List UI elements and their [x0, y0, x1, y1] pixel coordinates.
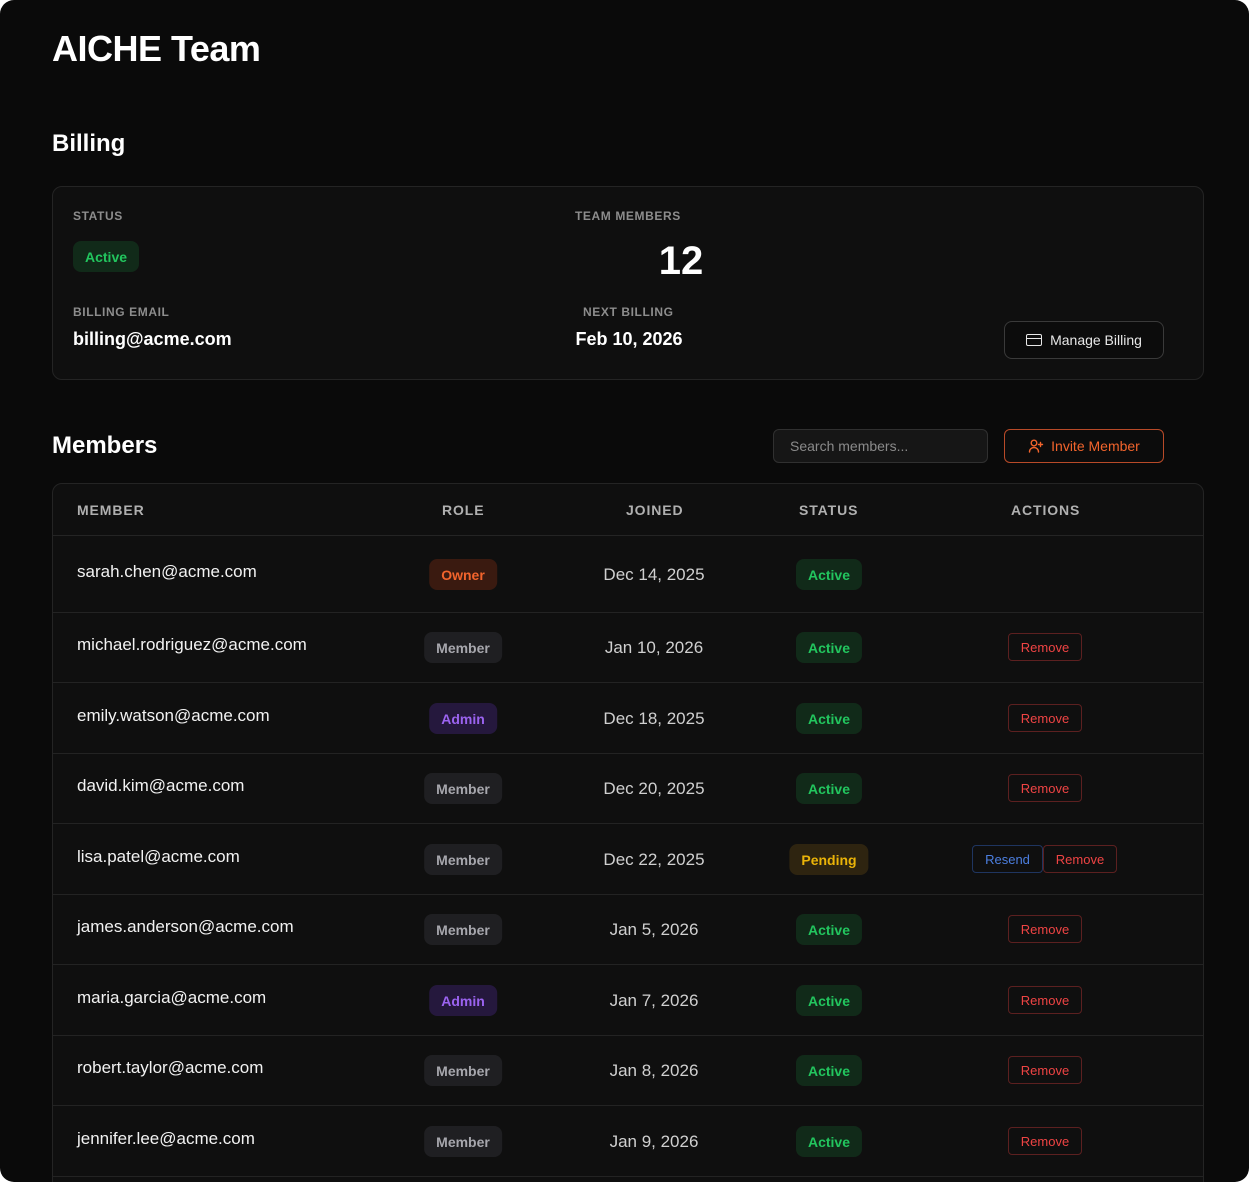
role-badge: Admin: [429, 703, 497, 734]
billing-email-label: BILLING EMAIL: [73, 305, 170, 319]
remove-member-button[interactable]: Remove: [1008, 986, 1082, 1014]
member-email: michael.rodriguez@acme.com: [77, 635, 307, 654]
member-status-badge: Active: [795, 1126, 863, 1157]
invite-member-button[interactable]: Invite Member: [1004, 429, 1164, 463]
app-window: AICHE Team Billing STATUS Active TEAM ME…: [0, 0, 1249, 1182]
table-row: david.kim@acme.com Member Dec 20, 2025 Acti…: [53, 754, 1203, 824]
member-email: lisa.patel@acme.com: [77, 847, 240, 866]
member-status-badge: Active: [795, 985, 863, 1016]
role-badge: Member: [424, 1055, 502, 1086]
invite-member-label: Invite Member: [1051, 438, 1140, 454]
manage-billing-button[interactable]: Manage Billing: [1004, 321, 1164, 359]
column-header-actions: ACTIONS: [1011, 502, 1081, 518]
credit-card-icon: [1026, 334, 1043, 346]
team-members-label: TEAM MEMBERS: [575, 209, 681, 223]
search-members-input[interactable]: [773, 429, 988, 463]
table-row: jennifer.lee@acme.com Member Jan 9, 2026 Ac…: [53, 1106, 1203, 1177]
table-row: james.anderson@acme.com Member Jan 5, 2026…: [53, 895, 1203, 965]
member-email: james.anderson@acme.com: [77, 917, 294, 936]
billing-section-title: Billing: [52, 130, 126, 157]
billing-card: STATUS Active TEAM MEMBERS 12 BILLING EM…: [52, 186, 1204, 380]
page-title: AICHE Team: [52, 28, 261, 69]
resend-invite-button[interactable]: Resend: [972, 845, 1043, 873]
members-section-title: Members: [52, 432, 158, 459]
member-email: maria.garcia@acme.com: [77, 988, 267, 1007]
column-header-member: MEMBER: [77, 502, 145, 518]
remove-member-button[interactable]: Remove: [1008, 774, 1082, 802]
billing-status-badge: Active: [73, 241, 140, 272]
manage-billing-label: Manage Billing: [1050, 332, 1142, 348]
next-billing-value: Feb 10, 2026: [575, 329, 683, 349]
role-badge: Member: [424, 1126, 502, 1157]
user-plus-icon: [1028, 439, 1044, 453]
remove-member-button[interactable]: Remove: [1008, 704, 1082, 732]
member-status-badge: Active: [795, 914, 863, 945]
joined-date: Jan 9, 2026: [609, 1132, 699, 1151]
joined-date: Dec 18, 2025: [603, 709, 705, 728]
role-badge: Owner: [429, 559, 497, 590]
column-header-role: ROLE: [442, 502, 485, 518]
member-status-badge: Active: [795, 773, 863, 804]
members-table: MEMBER ROLE JOINED STATUS ACTIONS sarah.…: [52, 483, 1204, 1182]
table-row: sarah.chen@acme.com Owner Dec 14, 2025 Acti…: [53, 536, 1203, 613]
status-label: STATUS: [73, 209, 123, 223]
joined-date: Jan 5, 2026: [609, 920, 699, 939]
joined-date: Dec 14, 2025: [603, 565, 705, 584]
next-billing-label: NEXT BILLING: [583, 305, 674, 319]
role-badge: Member: [424, 844, 502, 875]
remove-member-button[interactable]: Remove: [1008, 915, 1082, 943]
member-email: david.kim@acme.com: [77, 776, 245, 795]
member-status-badge: Active: [795, 703, 863, 734]
table-header: MEMBER ROLE JOINED STATUS ACTIONS: [53, 484, 1203, 536]
billing-email-value: billing@acme.com: [73, 329, 232, 349]
joined-date: Jan 10, 2026: [604, 638, 704, 657]
joined-date: Dec 20, 2025: [603, 779, 705, 798]
member-email: emily.watson@acme.com: [77, 706, 270, 725]
role-badge: Member: [424, 773, 502, 804]
remove-member-button[interactable]: Remove: [1008, 633, 1082, 661]
table-row: robert.taylor@acme.com Member Jan 8, 2026 A…: [53, 1036, 1203, 1106]
column-header-joined: JOINED: [626, 502, 684, 518]
joined-date: Jan 7, 2026: [609, 991, 699, 1010]
member-email: robert.taylor@acme.com: [77, 1058, 264, 1077]
remove-member-button[interactable]: Remove: [1008, 1127, 1082, 1155]
member-email: jennifer.lee@acme.com: [77, 1129, 255, 1148]
joined-date: Jan 8, 2026: [609, 1061, 699, 1080]
table-row: maria.garcia@acme.com Admin Jan 7, 2026 Act…: [53, 965, 1203, 1036]
role-badge: Member: [424, 632, 502, 663]
remove-member-button[interactable]: Remove: [1008, 1056, 1082, 1084]
remove-member-button[interactable]: Remove: [1043, 845, 1117, 873]
joined-date: Dec 22, 2025: [603, 850, 705, 869]
table-row: michael.rodriguez@acme.com Member Jan 10, …: [53, 613, 1203, 683]
table-row: emily.watson@acme.com Admin Dec 18, 2025 Ac…: [53, 683, 1203, 754]
member-status-badge: Pending: [789, 844, 869, 875]
column-header-status: STATUS: [799, 502, 859, 518]
member-status-badge: Active: [795, 559, 863, 590]
team-members-count: 12: [658, 239, 704, 283]
role-badge: Admin: [429, 985, 497, 1016]
table-row: lisa.patel@acme.com Member Dec 22, 2025 Pen…: [53, 824, 1203, 895]
member-status-badge: Active: [795, 632, 863, 663]
member-email: sarah.chen@acme.com: [77, 562, 257, 581]
role-badge: Member: [424, 914, 502, 945]
member-status-badge: Active: [795, 1055, 863, 1086]
